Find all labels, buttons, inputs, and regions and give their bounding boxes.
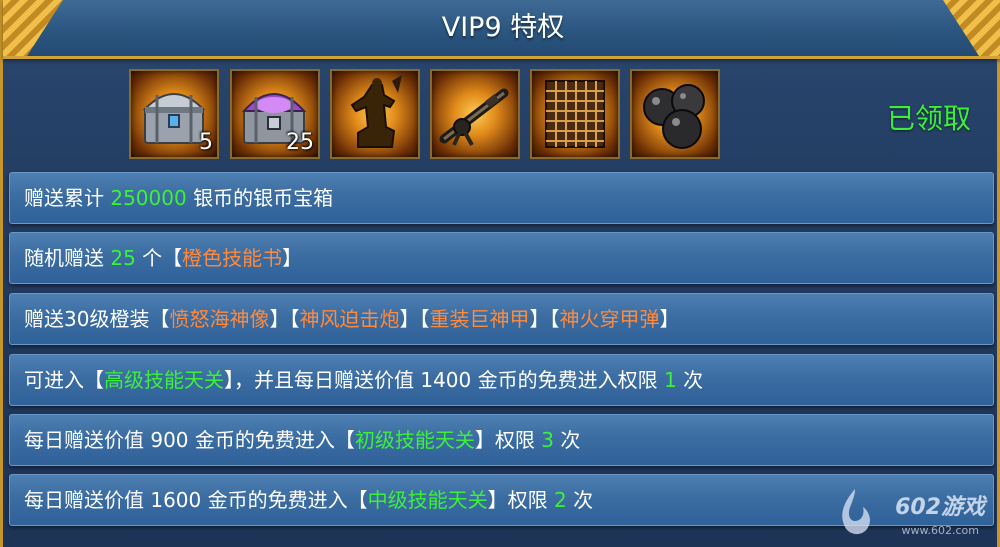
row-text-segment: 高级技能天关 (104, 368, 224, 392)
row-text-segment: 银币的银币宝箱 (186, 186, 334, 210)
row-text-segment: 初级技能天关 (354, 428, 475, 452)
panel-title: VIP9 特权 (441, 12, 565, 43)
privilege-row: 随机赠送 25 个【橙色技能书】 (9, 232, 994, 284)
reward-item-statue[interactable] (330, 69, 420, 159)
row-text-segment: 】权限 (474, 428, 542, 452)
cannon-icon (439, 88, 509, 146)
row-text-segment: 3 (541, 428, 554, 452)
row-text-segment: 】【 (269, 307, 300, 331)
row-text-segment: 随机赠送 (24, 246, 111, 270)
row-text-segment: 】 (282, 246, 303, 270)
row-text-segment: 】【 (399, 307, 430, 331)
row-text-segment: 】【 (529, 307, 560, 331)
watermark-text: 602游戏 (895, 495, 985, 520)
row-text-segment: 神风迫击炮 (299, 307, 400, 331)
row-text-segment: 赠送累计 (24, 186, 111, 210)
reward-item-silver-chest[interactable]: 5 (129, 69, 219, 159)
row-text-segment: 1 (663, 368, 677, 392)
flame-logo-icon (842, 489, 870, 535)
claimed-status: 已领取 (886, 102, 971, 135)
reward-count: 25 (286, 130, 314, 155)
row-text-segment: 赠送30级橙装【 (24, 307, 170, 331)
row-text-segment: 250000 (110, 186, 187, 210)
row-text-segment: 每日赠送价值 900 金币的免费进入【 (24, 428, 355, 452)
row-text-segment: 橙色技能书 (182, 246, 283, 270)
site-watermark: 602游戏 www.602.com (833, 483, 993, 543)
reward-item-purple-chest[interactable]: 25 (230, 69, 320, 159)
row-text-segment: 每日赠送价值 1600 金币的免费进入【 (24, 488, 368, 512)
privilege-row: 赠送30级橙装【愤怒海神像】【神风迫击炮】【重装巨神甲】【神火穿甲弹】 (9, 293, 994, 345)
armor-icon (545, 80, 605, 148)
row-text-segment: 重装巨神甲 (429, 307, 530, 331)
title-bar: VIP9 特权 (3, 0, 1000, 59)
row-text-segment: 】 (659, 307, 680, 331)
row-text-segment: 次 (676, 368, 704, 392)
statue-icon (350, 75, 402, 148)
privilege-row: 可进入【高级技能天关】，并且每日赠送价值 1400 金币的免费进入权限 1 次 (9, 354, 994, 406)
reward-item-armor[interactable] (530, 69, 620, 159)
row-text-segment: 2 (553, 488, 567, 512)
row-text-segment: 次 (566, 488, 594, 512)
cannonballs-icon (643, 84, 705, 149)
row-text-segment: 愤怒海神像 (169, 307, 270, 331)
privilege-row: 赠送累计 250000 银币的银币宝箱 (9, 172, 994, 224)
watermark-url: www.602.com (901, 524, 979, 537)
reward-item-cannonballs[interactable] (630, 69, 720, 159)
row-text-segment: 中级技能天关 (367, 488, 488, 512)
row-text-segment: 25 (110, 246, 136, 270)
row-text-segment: 】，并且每日赠送价值 1400 金币的免费进入权限 (224, 368, 664, 392)
reward-icons-strip: 5 25 已领取 (3, 60, 1000, 170)
reward-item-cannon[interactable] (430, 69, 520, 159)
privilege-row: 每日赠送价值 900 金币的免费进入【初级技能天关】权限 3 次 (9, 414, 994, 466)
vip-privilege-panel: VIP9 特权 5 25 已领取 赠送累计 250000 银币的银币宝箱 随机赠… (0, 0, 1000, 547)
row-text-segment: 次 (553, 428, 581, 452)
row-text-segment: 个【 (135, 246, 183, 270)
reward-count: 5 (199, 130, 213, 155)
row-text-segment: 可进入【 (24, 368, 104, 392)
row-text-segment: 】权限 (487, 488, 554, 512)
row-text-segment: 神火穿甲弹 (559, 307, 660, 331)
